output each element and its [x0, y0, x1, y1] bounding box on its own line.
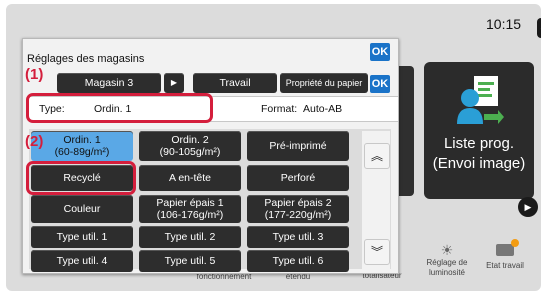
format-label: Format: — [261, 103, 298, 115]
callout-highlight-type — [26, 93, 213, 123]
tab-paper-property[interactable]: Propriété du papier — [280, 73, 368, 93]
paper-type-button[interactable]: A en-tête — [139, 165, 241, 191]
printer-icon — [496, 239, 519, 256]
paper-property-ok-button[interactable]: OK — [370, 75, 390, 93]
alert-badge-icon — [511, 239, 519, 247]
format-value: Auto-AB — [303, 103, 343, 115]
bottom-item-brightness[interactable]: ☀ Réglage de luminosité — [420, 242, 474, 278]
paper-type-button[interactable]: Ordin. 2 (90-105g/m²) — [139, 131, 241, 161]
paper-type-button[interactable]: Papier épais 2 (177-220g/m²) — [247, 195, 349, 223]
double-chevron-up-icon: ︽ — [370, 149, 383, 163]
callout-one: (1) — [25, 66, 44, 83]
sun-icon: ☀ — [440, 242, 454, 258]
paper-type-button[interactable]: Perforé — [247, 165, 349, 191]
paper-type-button[interactable]: Type util. 1 — [31, 226, 133, 248]
touch-panel: 10:15 Liste prog. (Envoi image) ◂ ▶ fonc… — [0, 0, 547, 295]
next-page-button[interactable]: ▶ — [518, 197, 538, 217]
paper-type-button[interactable]: Type util. 6 — [247, 250, 349, 272]
tab-tray[interactable]: Magasin 3 — [57, 73, 161, 93]
scroll-up-button[interactable]: ︽ — [364, 143, 390, 169]
program-list-tile[interactable]: Liste prog. (Envoi image) — [424, 62, 534, 199]
scroll-down-button[interactable]: ︾ — [364, 239, 390, 265]
paper-type-button[interactable]: Type util. 2 — [139, 226, 241, 248]
paper-type-button[interactable]: Pré-imprimé — [247, 131, 349, 161]
paper-type-button[interactable]: Couleur — [31, 195, 133, 223]
paper-type-button[interactable]: Type util. 4 — [31, 250, 133, 272]
clock: 10:15 — [486, 16, 522, 32]
tray-settings-dialog: Réglages des magasins OK Magasin 3 ▶ Tra… — [22, 38, 399, 274]
double-chevron-down-icon: ︾ — [370, 245, 383, 259]
tray-next-button[interactable]: ▶ — [164, 73, 184, 93]
ok-button[interactable]: OK — [370, 43, 390, 61]
bottom-item-job-status[interactable]: Etat travail — [480, 239, 530, 271]
side-panel-arrow-icon[interactable]: ◂ — [537, 18, 541, 38]
dialog-title: Réglages des magasins — [27, 53, 145, 65]
paper-type-button[interactable]: Papier épais 1 (106-176g/m²) — [139, 195, 241, 223]
program-list-label: Liste prog. (Envoi image) — [432, 135, 526, 172]
callout-two: (2) — [25, 133, 44, 150]
callout-highlight-recycled — [26, 161, 136, 195]
paper-type-button[interactable]: Type util. 5 — [139, 250, 241, 272]
document-send-icon — [457, 76, 504, 124]
paper-type-button[interactable]: Type util. 3 — [247, 226, 349, 248]
tab-job[interactable]: Travail — [193, 73, 277, 93]
paper-type-button[interactable]: Ordin. 1 (60-89g/m²) — [31, 131, 133, 161]
